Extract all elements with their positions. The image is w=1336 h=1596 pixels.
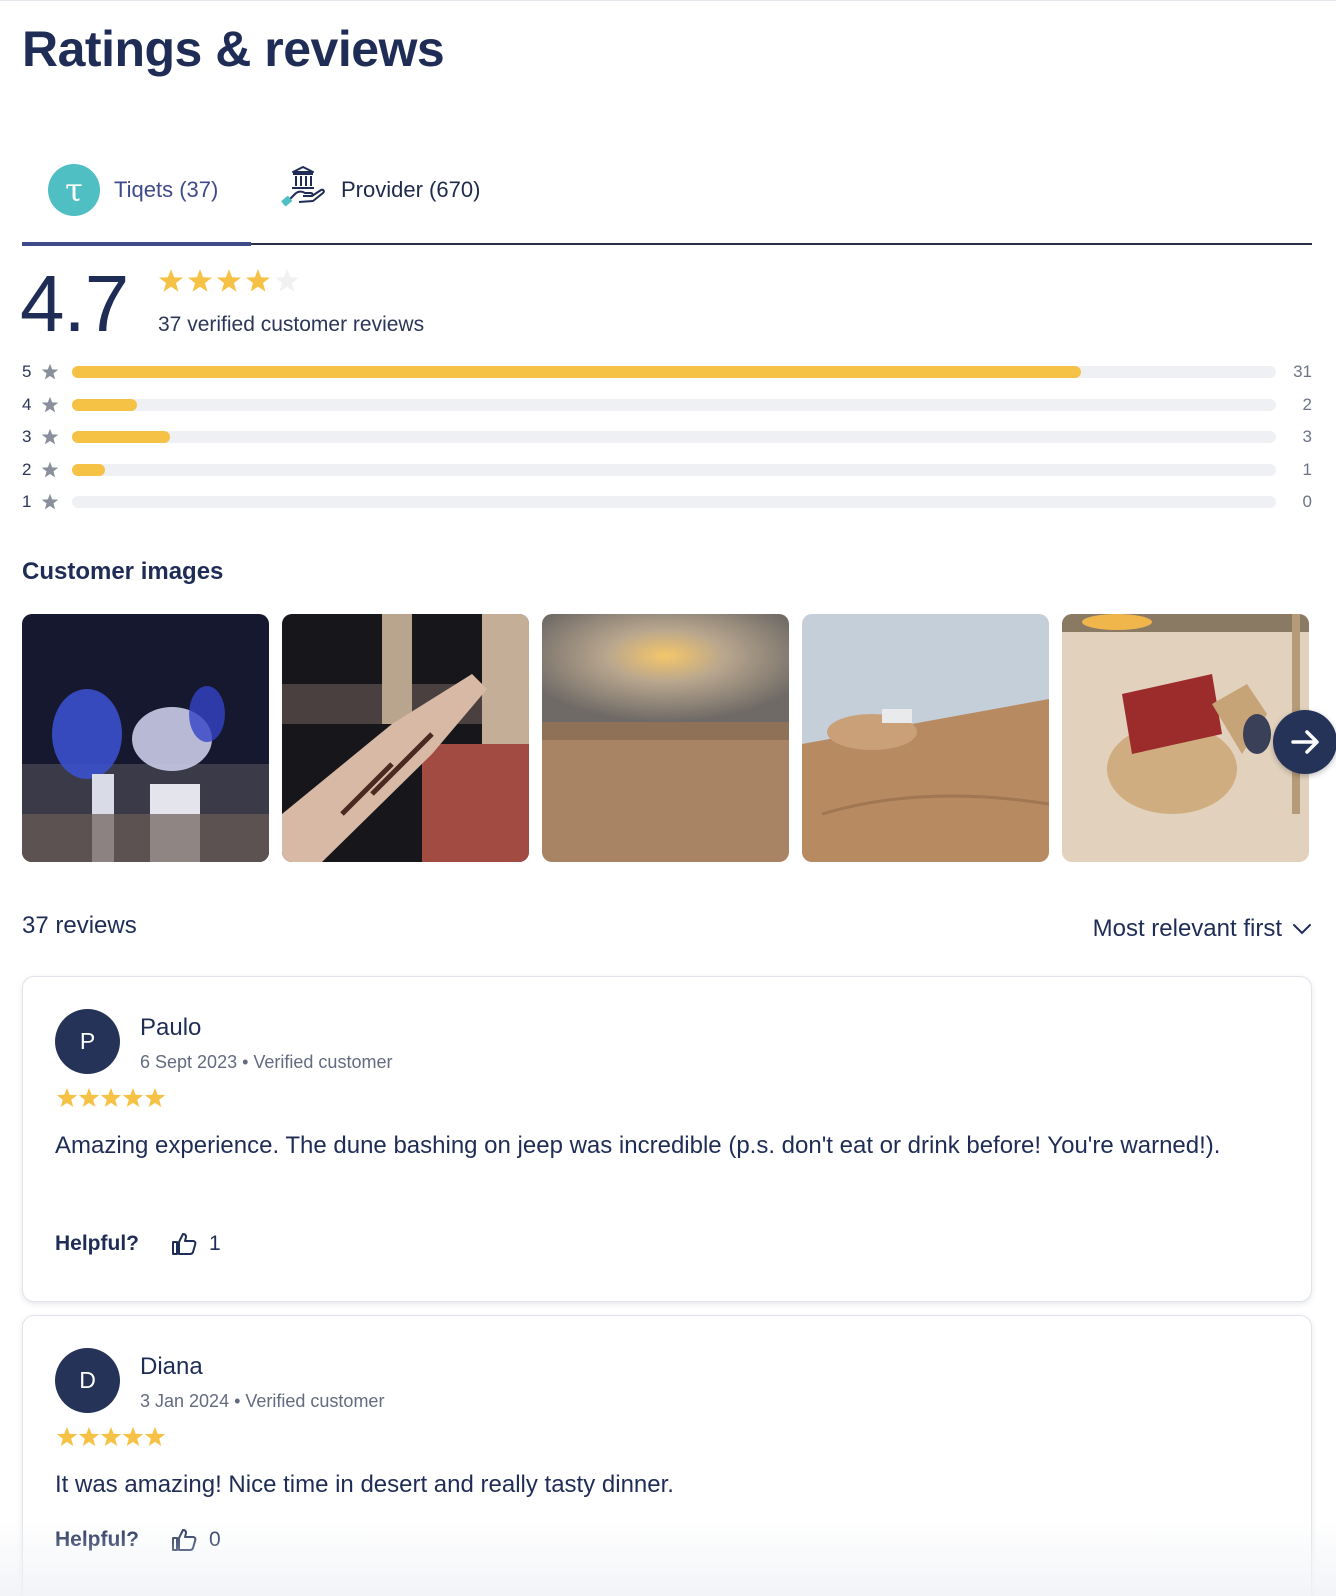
rating-row-label: 3 <box>22 427 32 447</box>
chevron-down-icon <box>1293 924 1311 935</box>
rating-row-1[interactable]: 1 0 <box>22 486 1312 519</box>
tab-tiqets-label: Tiqets (37) <box>114 177 219 202</box>
customer-image-henna[interactable] <box>282 614 529 862</box>
customer-image-dancers[interactable] <box>22 614 269 862</box>
rating-row-2[interactable]: 2 1 <box>22 454 1312 487</box>
rating-row-count: 2 <box>1302 394 1312 414</box>
avatar: D <box>55 1348 120 1413</box>
rating-bar-fill <box>72 431 170 444</box>
helpful-count: 1 <box>209 1232 221 1255</box>
average-rating: 4.7 <box>20 259 129 348</box>
gallery-next-button[interactable] <box>1273 710 1336 774</box>
thumbs-up-icon <box>172 1233 197 1255</box>
customer-image-sunset[interactable] <box>542 614 789 862</box>
tab-provider-label: Provider (670) <box>341 177 481 202</box>
rating-bar-track <box>72 398 1276 411</box>
sort-dropdown-label: Most relevant first <box>1092 915 1282 942</box>
rating-bar-track <box>72 431 1276 444</box>
page-title: Ratings & reviews <box>22 21 445 77</box>
rating-row-label: 2 <box>22 459 32 479</box>
rating-bar-track <box>72 366 1276 379</box>
arrow-right-icon <box>1291 730 1319 754</box>
average-rating-stars <box>158 268 308 294</box>
rating-row-3[interactable]: 3 3 <box>22 421 1312 454</box>
thumbs-up-icon <box>172 1529 197 1551</box>
customer-images-gallery <box>22 614 1336 862</box>
star-icon <box>41 493 61 511</box>
rating-row-label: 5 <box>22 362 32 382</box>
rating-bar-fill <box>72 366 1081 379</box>
rating-bar-fill <box>72 463 105 476</box>
tiqets-logo-icon: τ <box>48 164 100 216</box>
rating-bar-fill <box>72 398 138 411</box>
rating-row-count: 1 <box>1302 459 1312 479</box>
review-stars <box>55 1426 167 1448</box>
rating-row-4[interactable]: 4 2 <box>22 389 1312 422</box>
reviewer-name: Diana <box>140 1353 203 1380</box>
helpful-count: 0 <box>209 1528 221 1551</box>
helpful-section: Helpful? 0 <box>55 1528 221 1552</box>
review-text: Amazing experience. The dune bashing on … <box>55 1132 1221 1159</box>
provider-hand-building-icon <box>279 164 327 217</box>
review-text: It was amazing! Nice time in desert and … <box>55 1471 674 1498</box>
review-meta: 3 Jan 2024 • Verified customer <box>140 1391 385 1411</box>
reviews-count: 37 reviews <box>22 912 137 939</box>
rating-row-label: 4 <box>22 394 32 414</box>
customer-image-camel[interactable] <box>1062 614 1309 862</box>
star-icon <box>41 428 61 446</box>
review-meta: 6 Sept 2023 • Verified customer <box>140 1052 393 1072</box>
helpful-button[interactable]: 1 <box>171 1232 221 1256</box>
rating-row-count: 0 <box>1302 492 1312 512</box>
rating-row-count: 31 <box>1293 362 1312 382</box>
star-icon <box>41 396 61 414</box>
top-divider <box>0 0 1336 1</box>
helpful-label: Helpful? <box>55 1528 139 1551</box>
rating-bar-track <box>72 496 1276 509</box>
star-icon <box>41 461 61 479</box>
verified-reviews-count: 37 verified customer reviews <box>158 313 425 336</box>
rating-distribution: 5 31 4 2 3 3 2 1 1 0 <box>22 356 1312 519</box>
customer-images-title: Customer images <box>22 558 224 585</box>
rating-bar-track <box>72 463 1276 476</box>
sort-dropdown[interactable]: Most relevant first <box>1093 915 1312 943</box>
review-card: P Paulo 6 Sept 2023 • Verified customer … <box>22 976 1312 1302</box>
helpful-label: Helpful? <box>55 1232 139 1255</box>
avatar: P <box>55 1009 120 1074</box>
review-source-tabs: τ Tiqets (37) Provider (670) <box>22 150 1312 246</box>
star-icon <box>41 363 61 381</box>
customer-image-dune-bashing[interactable] <box>802 614 1049 862</box>
rating-row-5[interactable]: 5 31 <box>22 356 1312 389</box>
tab-provider[interactable]: Provider (670) <box>279 162 480 218</box>
star-rating-icon <box>56 1426 166 1446</box>
star-rating-icon <box>56 1087 166 1107</box>
reviewer-name: Paulo <box>140 1014 202 1041</box>
star-rating-icon <box>159 269 299 292</box>
rating-row-count: 3 <box>1302 427 1312 447</box>
helpful-section: Helpful? 1 <box>55 1232 221 1256</box>
review-card: D Diana 3 Jan 2024 • Verified customer I… <box>22 1315 1312 1596</box>
rating-row-label: 1 <box>22 492 32 512</box>
review-stars <box>55 1087 167 1109</box>
active-tab-indicator <box>22 242 251 246</box>
helpful-button[interactable]: 0 <box>171 1528 221 1552</box>
tab-tiqets[interactable]: τ Tiqets (37) <box>48 162 218 218</box>
